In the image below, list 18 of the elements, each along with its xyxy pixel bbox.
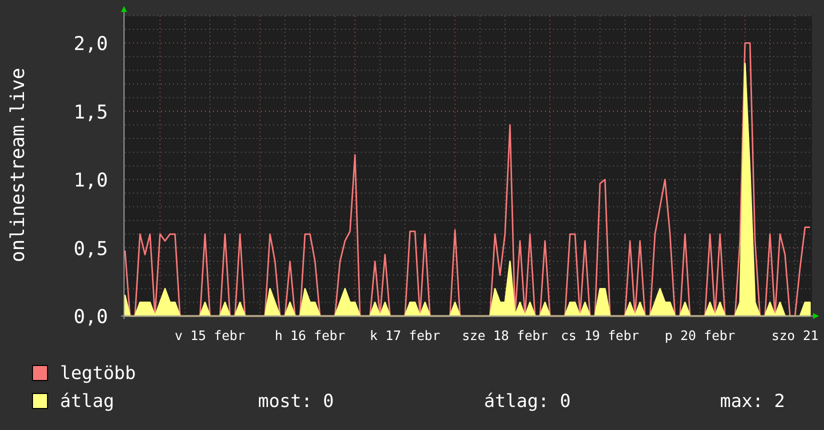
x-tick-label: v 15 febr bbox=[174, 329, 246, 344]
legend-stat: most: 0 bbox=[258, 390, 335, 412]
y-tick-label: 0,0 bbox=[74, 306, 108, 328]
legend-stat: átlag: 0 bbox=[484, 390, 572, 412]
x-tick-label: szo 21 bbox=[772, 329, 818, 344]
y-tick-label: 2,0 bbox=[74, 33, 108, 55]
y-tick-label: 1,5 bbox=[74, 101, 108, 124]
x-tick-label: cs 19 febr bbox=[560, 329, 640, 344]
y-axis-title: onlinestream.live bbox=[7, 68, 29, 262]
legend-label: legtöbb bbox=[60, 362, 137, 384]
y-tick-label: 1,0 bbox=[74, 170, 108, 192]
legend-label: átlag bbox=[60, 390, 116, 412]
legend-stat: max: 2 bbox=[720, 390, 786, 412]
x-tick-label: k 17 febr bbox=[370, 329, 440, 344]
x-tick-label: h 16 febr bbox=[274, 329, 346, 344]
x-tick-label: p 20 febr bbox=[664, 329, 736, 344]
y-tick-label: 0,5 bbox=[74, 238, 108, 260]
x-tick-label: sze 18 febr bbox=[462, 329, 548, 344]
